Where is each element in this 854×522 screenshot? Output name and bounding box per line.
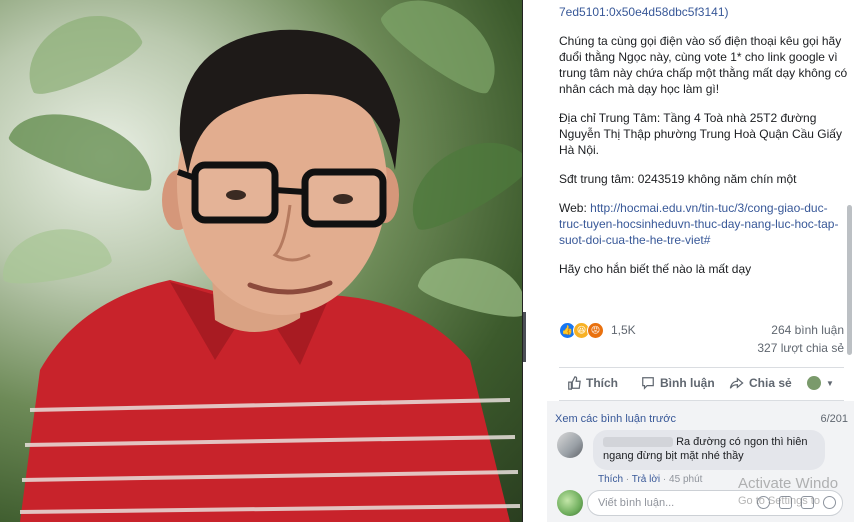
share-label: Chia sẻ — [749, 376, 792, 390]
portrait-illustration — [19, 29, 521, 522]
activate-windows-watermark: Activate Windo Go to Settings to — [738, 475, 838, 507]
chevron-down-icon: ▼ — [826, 378, 834, 388]
post-photo[interactable] — [0, 0, 522, 522]
angry-reaction-icon: 😡 — [587, 322, 604, 339]
comments-header: Xem các bình luận trước 6/201 — [555, 413, 848, 425]
action-bar: Thích Bình luận Chia sẻ ▼ — [559, 372, 844, 396]
reaction-count[interactable]: 1,5K — [611, 323, 636, 337]
user-avatar — [557, 490, 583, 516]
comment-label: Bình luận — [660, 376, 715, 390]
comment-button[interactable]: Bình luận — [641, 376, 715, 390]
web-label: Web: — [559, 201, 587, 215]
comment-like-link[interactable]: Thích — [598, 474, 623, 485]
post-body: 7ed5101:0x50e4d58dbc5f3141) Chúng ta cùn… — [559, 0, 849, 290]
share-count[interactable]: 327 lượt chia sẻ — [757, 341, 844, 355]
panel-accent — [523, 312, 526, 362]
post-paragraph: Sđt trung tâm: 0243519 không năm chín mộ… — [559, 172, 797, 186]
watermark-subtitle: Go to Settings to — [738, 495, 820, 507]
divider — [559, 367, 844, 368]
reaction-icons[interactable]: 👍 😆 😡 — [559, 322, 604, 339]
watermark-title: Activate Windo — [738, 475, 839, 492]
scrollbar[interactable] — [847, 205, 852, 355]
comment-time: 45 phút — [669, 474, 703, 485]
avatar — [807, 376, 821, 390]
comments-pagination: 6/201 — [820, 413, 848, 425]
post-panel: 7ed5101:0x50e4d58dbc5f3141) Chúng ta cùn… — [522, 0, 854, 522]
comment-count[interactable]: 264 bình luận — [771, 323, 844, 337]
comment-icon — [642, 377, 654, 390]
post-paragraph: Hãy cho hắn biết thế nào là mất dạy — [559, 262, 752, 276]
post-paragraph: Chúng ta cùng gọi điện vào số điện thoại… — [559, 34, 848, 96]
comment-meta: Thích · Trả lời · 45 phút — [598, 474, 703, 485]
post-paragraph: Web: http://hocmai.edu.vn/tin-tuc/3/cong… — [559, 200, 849, 248]
reactions-summary: 👍 😆 😡 1,5K 264 bình luận 327 lượt chia s… — [559, 320, 844, 360]
share-button[interactable]: Chia sẻ — [729, 376, 792, 390]
audience-selector[interactable]: ▼ — [807, 376, 834, 390]
web-link[interactable]: http://hocmai.edu.vn/tin-tuc/3/cong-giao… — [559, 201, 838, 247]
comment-input-placeholder: Viết bình luận... — [598, 497, 675, 509]
commenter-name-redacted[interactable] — [603, 437, 673, 448]
share-icon — [729, 377, 744, 389]
thumbs-up-icon — [568, 376, 581, 390]
view-previous-comments-link[interactable]: Xem các bình luận trước — [555, 413, 676, 425]
post-paragraph: Địa chỉ Trung Tâm: Tầng 4 Toà nhà 25T2 đ… — [559, 111, 842, 157]
commenter-avatar[interactable] — [557, 432, 583, 458]
like-button[interactable]: Thích — [567, 376, 618, 390]
like-label: Thích — [586, 376, 618, 390]
map-link[interactable]: 7ed5101:0x50e4d58dbc5f3141) — [559, 5, 729, 19]
comment-bubble: Ra đường có ngon thì hiên ngang đừng bịt… — [593, 430, 825, 470]
comment-reply-link[interactable]: Trả lời — [632, 474, 660, 485]
